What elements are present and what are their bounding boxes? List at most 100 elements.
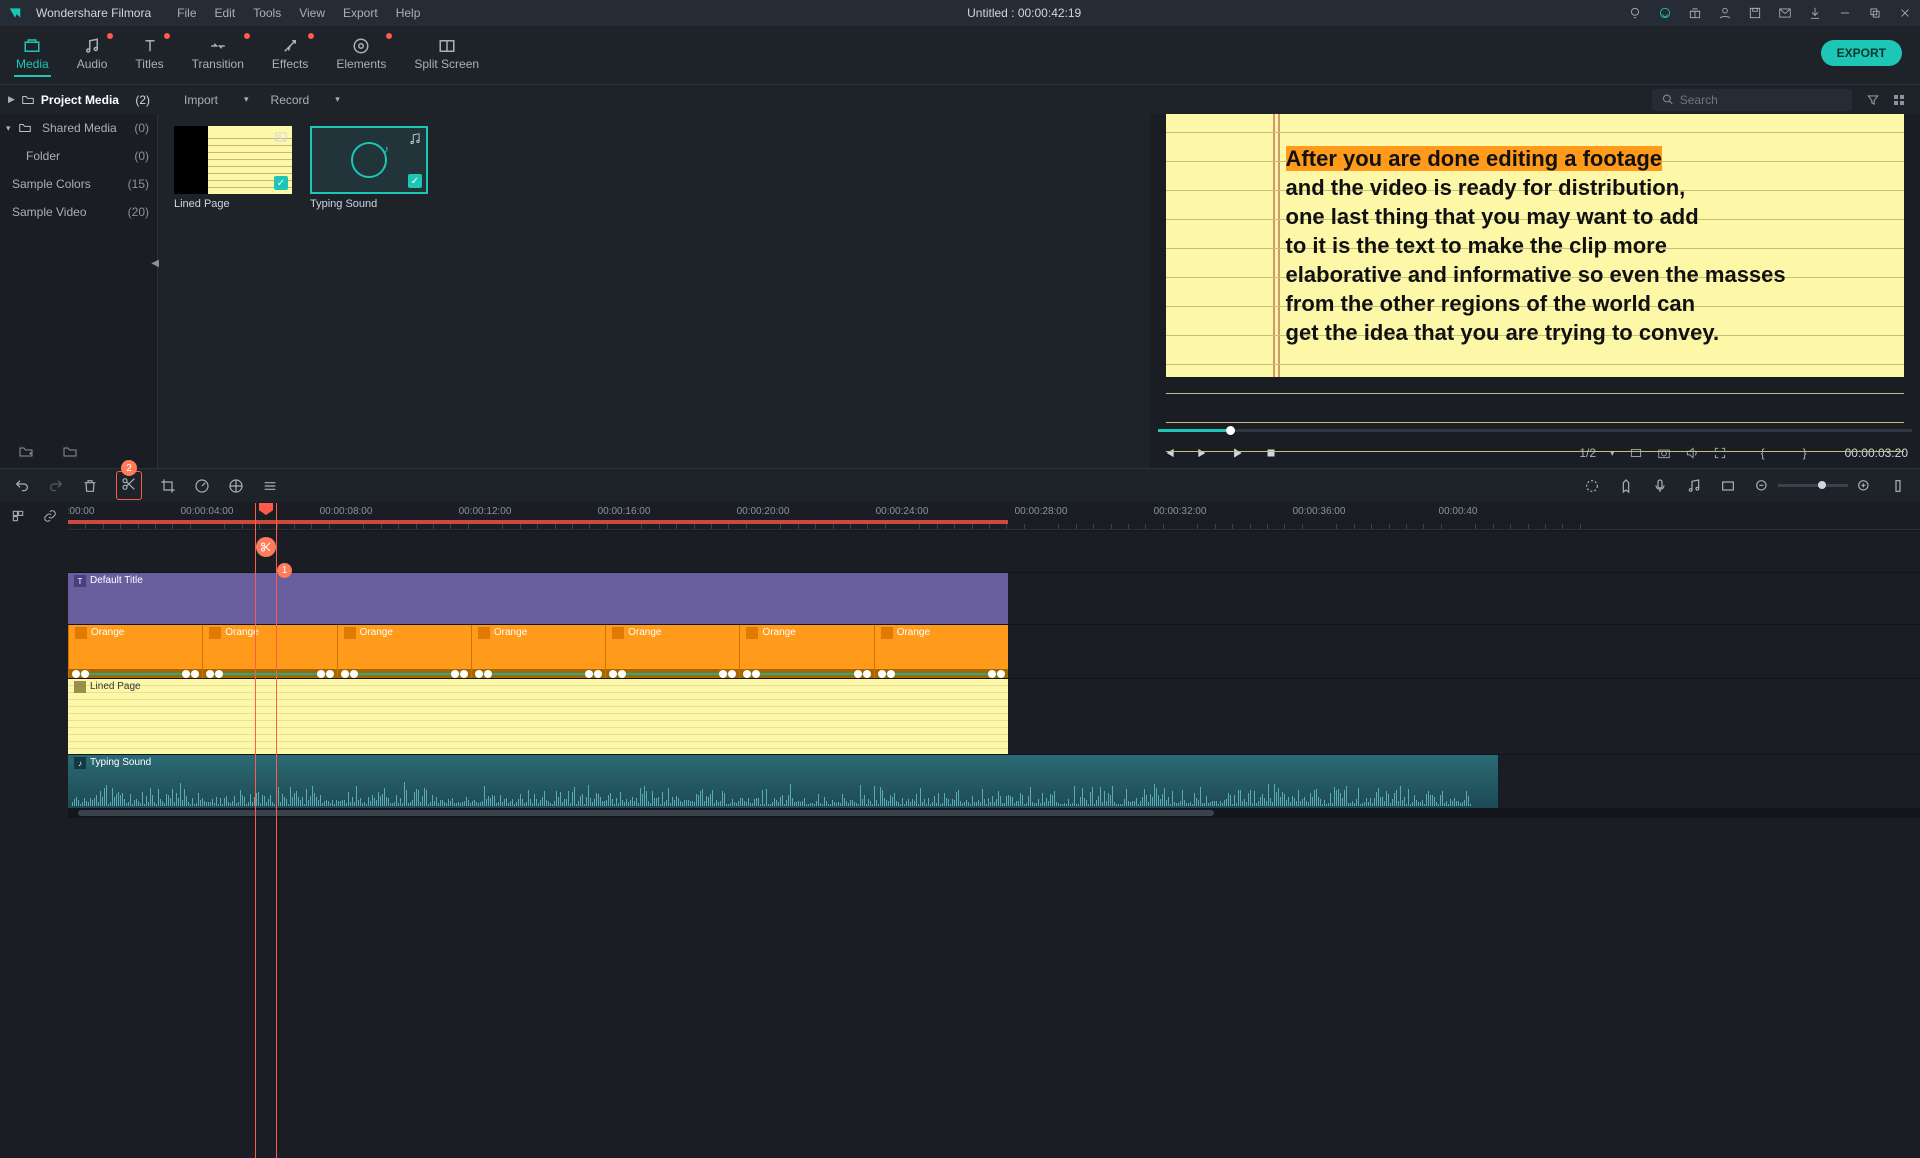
tab-audio[interactable]: Audio xyxy=(75,33,110,77)
add-folder-icon[interactable] xyxy=(18,444,34,460)
zoom-fit-icon[interactable] xyxy=(1890,478,1906,494)
menu-tools[interactable]: Tools xyxy=(253,6,281,20)
clip-lined-page[interactable]: Lined Page xyxy=(68,679,1008,754)
render-icon[interactable] xyxy=(1584,478,1600,494)
timeline-ruler[interactable]: 00:00:00:0000:00:04:0000:00:08:0000:00:1… xyxy=(68,502,1920,530)
menu-file[interactable]: File xyxy=(177,6,196,20)
zoom-out-icon[interactable] xyxy=(1754,478,1770,494)
track-a1[interactable]: A1 ♪ Typing Sound xyxy=(68,754,1920,808)
sidebar-item-sample-colors[interactable]: Sample Colors (15) xyxy=(0,170,157,198)
clip-default-title[interactable]: T Default Title xyxy=(68,573,1008,624)
open-folder-icon[interactable] xyxy=(62,444,78,460)
mark-in-out-icon[interactable] xyxy=(1720,478,1736,494)
stop-button[interactable] xyxy=(1264,446,1278,460)
minimize-button[interactable] xyxy=(1838,6,1852,20)
menu-export[interactable]: Export xyxy=(343,6,378,20)
color-icon[interactable] xyxy=(228,478,244,494)
export-button[interactable]: EXPORT xyxy=(1821,40,1902,66)
tab-effects[interactable]: Effects xyxy=(270,33,310,77)
search-input[interactable] xyxy=(1680,93,1842,107)
image-clip-icon xyxy=(75,627,87,639)
maximize-button[interactable] xyxy=(1868,6,1882,20)
project-media-count: (2) xyxy=(135,93,150,107)
record-dropdown[interactable]: Record▾ xyxy=(261,89,350,111)
adjust-icon[interactable] xyxy=(262,478,278,494)
zoom-in-icon[interactable] xyxy=(1856,478,1872,494)
tab-titles[interactable]: Titles xyxy=(133,33,165,77)
clip-orange[interactable]: Orange xyxy=(337,625,471,678)
clip-orange[interactable]: Orange xyxy=(739,625,873,678)
track-title[interactable]: T3 T Default Title xyxy=(68,572,1920,624)
delete-icon[interactable] xyxy=(82,478,98,494)
prev-frame-button[interactable] xyxy=(1162,446,1176,460)
grid-view-icon[interactable] xyxy=(1894,95,1904,105)
preview-ratio[interactable]: 1/2 xyxy=(1579,446,1596,460)
tab-transition[interactable]: Transition xyxy=(190,33,246,77)
preview-line: one last thing that you may want to add xyxy=(1286,204,1699,229)
track-t1[interactable]: T1 Lined Page xyxy=(68,678,1920,754)
tab-split-screen[interactable]: Split Screen xyxy=(412,33,481,77)
sidebar-item-sample-video[interactable]: Sample Video (20) xyxy=(0,198,157,226)
preview-scrubber[interactable] xyxy=(1158,424,1912,438)
image-clip-icon xyxy=(209,627,221,639)
import-dropdown[interactable]: Import▾ xyxy=(174,89,259,111)
track-manage-icon[interactable] xyxy=(11,509,25,523)
preview-line-highlight: After you are done editing a footage xyxy=(1286,146,1662,171)
search-box[interactable] xyxy=(1652,89,1852,111)
close-button[interactable] xyxy=(1898,6,1912,20)
menu-view[interactable]: View xyxy=(299,6,325,20)
speed-icon[interactable] xyxy=(194,478,210,494)
ruler-tick: 00:00:40 xyxy=(1439,506,1478,517)
quality-icon[interactable] xyxy=(1629,446,1643,460)
snapshot-icon[interactable] xyxy=(1657,446,1671,460)
menu-help[interactable]: Help xyxy=(396,6,421,20)
redo-icon[interactable] xyxy=(48,478,64,494)
tab-media[interactable]: Media xyxy=(14,33,51,77)
account-icon[interactable] xyxy=(1718,6,1732,20)
clip-orange[interactable]: Orange xyxy=(68,625,202,678)
ruler-tick: 00:00:36:00 xyxy=(1293,506,1346,517)
undo-icon[interactable] xyxy=(14,478,30,494)
save-icon[interactable] xyxy=(1748,6,1762,20)
track-t2[interactable]: T2 OrangeOrangeOrangeOrangeOrangeOrangeO… xyxy=(68,624,1920,678)
download-icon[interactable] xyxy=(1808,6,1822,20)
menu-edit[interactable]: Edit xyxy=(215,6,236,20)
sidebar-item-shared-media[interactable]: ▾ Shared Media (0) xyxy=(0,114,157,142)
badge-dot-icon xyxy=(244,33,250,39)
collapse-sidebar-icon[interactable]: ◀ xyxy=(151,258,159,269)
message-icon[interactable] xyxy=(1778,6,1792,20)
import-label: Import xyxy=(184,93,218,107)
next-frame-button[interactable] xyxy=(1196,446,1210,460)
media-item-typing-sound[interactable]: ✓ Typing Sound xyxy=(310,126,428,456)
sidebar-item-folder[interactable]: Folder (0) xyxy=(0,142,157,170)
project-media-header[interactable]: ▶ Project Media (2) xyxy=(0,93,158,107)
library-sidebar: ▾ Shared Media (0) Folder (0) Sample Col… xyxy=(0,114,158,468)
media-item-lined-page[interactable]: ✓ Lined Page xyxy=(174,126,292,456)
filter-icon[interactable] xyxy=(1866,93,1880,107)
preview-line: elaborative and informative so even the … xyxy=(1286,262,1786,287)
mark-icon[interactable] xyxy=(1618,478,1634,494)
audio-mixer-icon[interactable] xyxy=(1686,478,1702,494)
clip-orange[interactable]: Orange xyxy=(471,625,605,678)
crop-icon[interactable] xyxy=(160,478,176,494)
image-clip-icon xyxy=(478,627,490,639)
clip-orange[interactable]: Orange xyxy=(605,625,739,678)
clip-label: Orange xyxy=(494,627,527,638)
timeline-scrollbar[interactable] xyxy=(68,808,1920,818)
link-icon[interactable] xyxy=(43,509,57,523)
zoom-slider[interactable] xyxy=(1778,484,1848,487)
tips-icon[interactable] xyxy=(1628,6,1642,20)
zoom-control[interactable] xyxy=(1754,478,1872,494)
tab-elements[interactable]: Elements xyxy=(334,33,388,77)
support-icon[interactable] xyxy=(1658,6,1672,20)
voiceover-icon[interactable] xyxy=(1652,478,1668,494)
gift-icon[interactable] xyxy=(1688,6,1702,20)
clip-typing-sound[interactable]: ♪ Typing Sound xyxy=(68,755,1498,808)
volume-icon[interactable] xyxy=(1685,446,1699,460)
split-button[interactable]: 2 xyxy=(116,471,142,500)
clip-orange[interactable]: Orange xyxy=(202,625,336,678)
fullscreen-icon[interactable] xyxy=(1713,446,1727,460)
clip-orange[interactable]: Orange xyxy=(874,625,1008,678)
sidebar-item-count: (20) xyxy=(128,205,149,219)
play-button[interactable] xyxy=(1230,446,1244,460)
